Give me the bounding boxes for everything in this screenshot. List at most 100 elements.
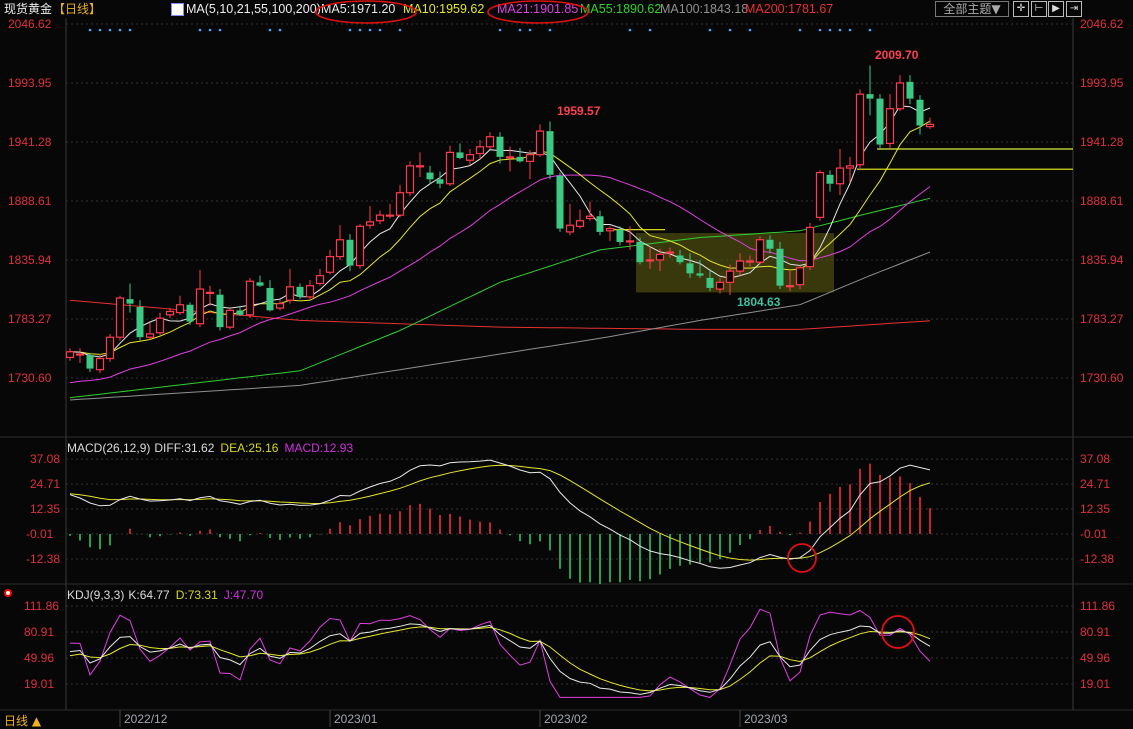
macd-label-right: -12.38 <box>1080 552 1115 566</box>
candle-body <box>835 167 845 185</box>
candle-body <box>75 353 85 356</box>
candle-body <box>405 165 415 194</box>
price-label-right: 1888.61 <box>1080 194 1124 208</box>
candle <box>866 65 874 116</box>
candle-body <box>616 229 624 243</box>
candle-body <box>715 281 725 290</box>
candle-body <box>906 81 914 99</box>
candle <box>895 75 905 111</box>
candle <box>426 165 434 184</box>
candle-body <box>86 355 94 369</box>
candle-body <box>706 277 714 288</box>
kdj-label-left: 49.96 <box>24 651 55 665</box>
candle-body <box>585 215 595 220</box>
candle-body <box>465 154 475 161</box>
candle-body <box>95 357 105 371</box>
price-label-left: 1783.27 <box>8 312 52 326</box>
candle-body <box>365 221 375 226</box>
annotation-ellipse-ma21 <box>487 0 589 24</box>
candle-body <box>525 154 535 162</box>
event-marker <box>358 28 362 32</box>
candle <box>565 203 575 236</box>
macd-diff-line <box>69 459 931 569</box>
macd-label-left: 12.35 <box>30 502 61 517</box>
candle-body <box>496 136 504 157</box>
candle <box>126 283 134 313</box>
candle-body <box>205 291 215 295</box>
candle-body <box>766 239 774 249</box>
macd-title: MACD(26,12,9) DIFF:31.62 DEA:25.16 MACD:12.… <box>67 441 359 455</box>
candle-body <box>325 255 335 273</box>
candle-body <box>136 306 144 338</box>
annotation-ellipse-ma5 <box>315 0 417 24</box>
candle <box>845 156 855 183</box>
macd-dea: DEA:25.16 <box>220 441 279 455</box>
kdj-label-right: 111.86 <box>1080 599 1115 613</box>
event-marker <box>868 28 872 32</box>
candle <box>465 149 475 165</box>
candle-body <box>335 239 345 258</box>
candle-body <box>755 239 765 263</box>
candle-body <box>575 220 585 227</box>
candle-body <box>195 288 205 325</box>
candle <box>556 172 564 232</box>
candle-body <box>686 263 694 274</box>
event-marker <box>98 28 102 32</box>
candle <box>375 210 385 225</box>
candle-body <box>266 287 274 311</box>
candle-body <box>565 224 575 233</box>
candle <box>335 225 345 260</box>
candle-body <box>436 179 444 184</box>
candle <box>155 312 165 335</box>
price-label-right: 1993.95 <box>1080 76 1124 90</box>
candle-body <box>725 270 735 283</box>
candle <box>516 147 524 163</box>
time-label: 2023/02 <box>544 712 588 726</box>
candle-body <box>485 136 495 148</box>
candle-body <box>315 275 325 285</box>
candle-body <box>256 282 264 286</box>
low-annotation: 1804.63 <box>737 295 781 309</box>
high-annotation-1: 1959.57 <box>557 104 601 118</box>
candle-body <box>275 303 285 309</box>
candle-body <box>795 267 805 286</box>
macd-diff: DIFF:31.62 <box>154 441 215 455</box>
period-switch-button[interactable]: 日线 ▲ <box>4 712 41 729</box>
candle <box>115 295 125 341</box>
candle-body <box>385 214 395 217</box>
candle <box>575 209 585 229</box>
event-marker <box>728 28 732 32</box>
candle <box>305 280 315 301</box>
event-marker <box>88 28 92 32</box>
candle-body <box>475 146 485 155</box>
candle-body <box>445 151 455 185</box>
candle-body <box>395 192 405 216</box>
candle <box>105 333 115 362</box>
candle-body <box>636 242 644 263</box>
candle-body <box>885 108 895 145</box>
candle-body <box>145 333 155 338</box>
candle-body <box>456 152 464 158</box>
event-marker <box>498 28 502 32</box>
price-label-right: 1835.94 <box>1080 253 1124 267</box>
candle-body <box>65 351 75 358</box>
candle <box>436 171 444 189</box>
event-marker <box>128 28 132 32</box>
candle-body <box>426 172 434 180</box>
candle-body <box>805 226 815 268</box>
price-label-right: 2046.62 <box>1080 17 1124 31</box>
candle <box>296 283 304 300</box>
macd-label-right: -0.01 <box>1080 527 1108 542</box>
candle-body <box>285 286 295 301</box>
event-marker <box>748 28 752 32</box>
candle <box>355 224 365 269</box>
event-marker <box>278 28 282 32</box>
candle-body <box>815 171 825 218</box>
event-marker <box>208 28 212 32</box>
candle <box>86 352 94 372</box>
candle <box>275 300 285 311</box>
event-marker <box>838 28 842 32</box>
candle <box>906 75 914 105</box>
candle <box>186 302 194 325</box>
kdj-d-line <box>69 626 931 692</box>
